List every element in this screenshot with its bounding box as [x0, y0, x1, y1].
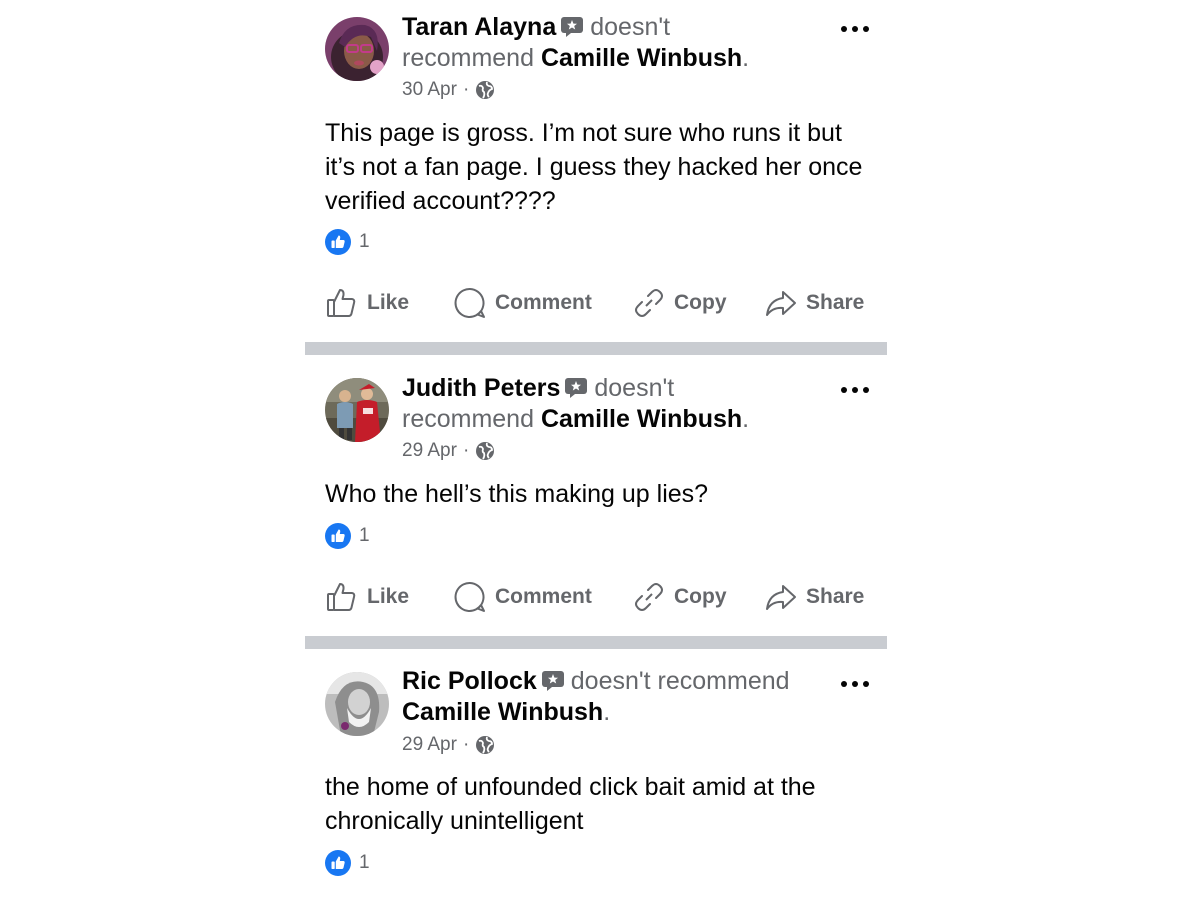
review-header: Judith Peters doesn't recommend Camille Wi… — [402, 374, 750, 433]
page-name[interactable]: Camille Winbush — [541, 44, 742, 72]
like-icon — [327, 583, 356, 611]
author-name[interactable]: Ric Pollock — [402, 667, 537, 695]
avatar[interactable] — [325, 17, 389, 81]
review-text: the home of unfounded click bait amid at… — [325, 773, 816, 835]
share-button[interactable]: Share — [764, 580, 864, 614]
more-options-button[interactable] — [835, 378, 875, 402]
copy-button[interactable]: Copy — [632, 286, 727, 320]
post-divider — [305, 342, 887, 355]
reaction-count: 1 — [359, 852, 370, 873]
recommend-verb-continued: recommend — [402, 44, 534, 72]
recommend-verb: doesn't — [590, 13, 671, 41]
reaction-count: 1 — [359, 231, 370, 252]
like-button[interactable]: Like — [325, 286, 409, 320]
reactions-summary[interactable]: 1 — [325, 229, 370, 255]
comment-button[interactable]: Comment — [453, 580, 592, 614]
avatar[interactable] — [325, 672, 389, 736]
post-date[interactable]: 30 Apr — [402, 79, 457, 101]
comment-icon — [454, 287, 485, 318]
like-icon — [327, 289, 356, 317]
review-header: Ric Pollock doesn't recommend Camille Winb… — [402, 667, 790, 726]
globe-icon — [476, 81, 495, 99]
more-options-button[interactable] — [835, 672, 875, 696]
comment-button[interactable]: Comment — [453, 286, 592, 320]
post-date[interactable]: 29 Apr — [402, 734, 457, 756]
recommend-verb-continued: recommend — [402, 405, 534, 433]
share-icon — [766, 585, 796, 610]
like-button[interactable]: Like — [325, 580, 409, 614]
share-icon — [766, 291, 796, 316]
post-divider — [305, 636, 887, 649]
recommend-verb: doesn't recommend — [570, 667, 790, 695]
more-options-button[interactable] — [835, 17, 875, 41]
recommend-icon — [565, 378, 588, 398]
globe-icon — [476, 442, 495, 460]
reaction-count: 1 — [359, 525, 370, 546]
copy-button[interactable]: Copy — [632, 580, 727, 614]
post-meta: 29 Apr · — [402, 440, 495, 462]
author-name[interactable]: Judith Peters — [402, 374, 560, 402]
avatar[interactable] — [325, 378, 389, 442]
review-header: Taran Alayna doesn't recommend Camille Win… — [402, 13, 750, 72]
action-bar: Like Comment Copy Share — [325, 281, 870, 325]
meta-separator: · — [462, 440, 470, 461]
meta-separator: · — [462, 79, 470, 100]
author-name[interactable]: Taran Alayna — [402, 13, 556, 41]
like-reaction-icon — [325, 850, 351, 876]
meta-separator: · — [462, 734, 470, 755]
link-icon — [635, 289, 663, 317]
reactions-summary[interactable]: 1 — [325, 523, 370, 549]
recommend-icon — [561, 17, 584, 37]
recommend-icon — [541, 671, 564, 691]
like-reaction-icon — [325, 229, 351, 255]
like-reaction-icon — [325, 523, 351, 549]
page-name[interactable]: Camille Winbush — [402, 698, 603, 726]
globe-icon — [476, 736, 495, 754]
share-button[interactable]: Share — [764, 286, 864, 320]
review-text: Who the hell’s this making up lies? — [325, 480, 709, 508]
link-icon — [635, 583, 663, 611]
review-text: This page is gross. I’m not sure who run… — [325, 119, 863, 215]
action-bar: Like Comment Copy Share — [325, 575, 870, 619]
recommend-verb: doesn't — [594, 374, 675, 402]
reactions-summary[interactable]: 1 — [325, 850, 370, 876]
post-meta: 30 Apr · — [402, 79, 495, 101]
comment-icon — [454, 581, 485, 612]
page-name[interactable]: Camille Winbush — [541, 405, 742, 433]
reviews-feed: Taran Alayna doesn't recommend Camille Win… — [305, 0, 887, 900]
post-meta: 29 Apr · — [402, 734, 495, 756]
post-date[interactable]: 29 Apr — [402, 440, 457, 462]
